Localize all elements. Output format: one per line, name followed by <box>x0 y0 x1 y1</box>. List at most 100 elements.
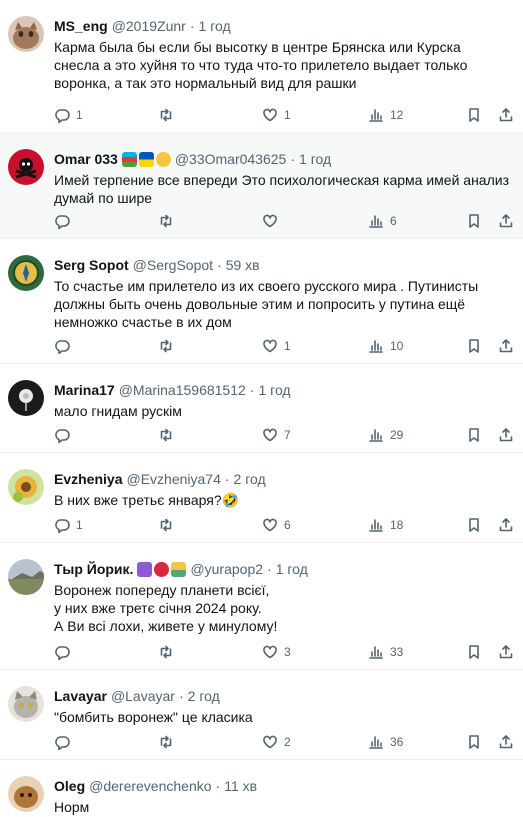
user-name[interactable]: Oleg <box>54 776 85 796</box>
retweet-button[interactable] <box>158 425 180 445</box>
like-button[interactable]: 1 <box>262 105 291 125</box>
share-button[interactable] <box>498 336 514 356</box>
avatar[interactable] <box>8 380 44 416</box>
like-button[interactable] <box>262 211 284 231</box>
timestamp[interactable]: 1 год <box>299 149 331 169</box>
reply-button[interactable]: 1 <box>54 515 83 535</box>
like-button[interactable]: 2 <box>262 732 291 752</box>
action-bar: 1 1 12 <box>54 105 515 125</box>
retweet-button[interactable] <box>158 105 180 125</box>
age-18-icon <box>154 561 170 577</box>
reply-item[interactable]: Oleg @dererevenchenko · 11 хв Норм <box>0 760 523 817</box>
share-icon <box>499 645 513 659</box>
timestamp[interactable]: 11 хв <box>224 776 257 796</box>
bookmark-button[interactable] <box>466 211 482 231</box>
avatar[interactable] <box>8 149 44 185</box>
views-button[interactable]: 33 <box>368 642 403 662</box>
views-button[interactable]: 36 <box>368 732 403 752</box>
timestamp[interactable]: 59 хв <box>226 255 260 275</box>
views-button[interactable]: 29 <box>368 425 403 445</box>
reply-item[interactable]: Omar 033 @33Omar043625 · 1 год Имей терп… <box>0 133 523 239</box>
views-count: 36 <box>390 735 404 749</box>
bookmark-button[interactable] <box>466 336 482 356</box>
retweet-icon <box>160 108 172 122</box>
reply-icon <box>55 519 70 533</box>
avatar[interactable] <box>8 559 44 595</box>
avatar[interactable] <box>8 16 44 52</box>
user-name[interactable]: Serg Sopot <box>54 255 129 275</box>
bookmark-icon <box>469 735 479 749</box>
reply-button[interactable] <box>54 211 76 231</box>
bookmark-button[interactable] <box>466 732 482 752</box>
avatar[interactable] <box>8 776 44 812</box>
retweet-button[interactable] <box>158 642 180 662</box>
user-handle[interactable]: @SergSopot <box>133 255 213 275</box>
timestamp[interactable]: 2 год <box>234 469 266 489</box>
reply-header: Oleg @dererevenchenko · 11 хв <box>54 776 515 796</box>
reply-button[interactable] <box>54 425 76 445</box>
share-button[interactable] <box>498 211 514 231</box>
user-name[interactable]: MS_eng <box>54 16 108 36</box>
bookmark-button[interactable] <box>466 105 482 125</box>
reply-header: Marina17 @Marina159681512 · 1 год <box>54 380 515 400</box>
bookmark-button[interactable] <box>466 515 482 535</box>
share-button[interactable] <box>498 515 514 535</box>
reply-item[interactable]: Evzheniya @Evzheniya74 · 2 год В них вже… <box>0 453 523 543</box>
timestamp[interactable]: 1 год <box>258 380 290 400</box>
user-handle[interactable]: @Evzheniya74 <box>126 469 220 489</box>
retweet-button[interactable] <box>158 336 180 356</box>
user-handle[interactable]: @Lavayar <box>111 686 175 706</box>
user-name[interactable]: Evzheniya <box>54 469 122 489</box>
views-icon <box>369 340 383 353</box>
share-button[interactable] <box>498 642 514 662</box>
views-button[interactable]: 6 <box>368 211 397 231</box>
retweet-button[interactable] <box>158 732 180 752</box>
user-handle[interactable]: @dererevenchenko <box>89 776 211 796</box>
retweet-button[interactable] <box>158 211 180 231</box>
reply-item[interactable]: MS_eng @2019Zunr · 1 год Карма была бы е… <box>0 0 523 133</box>
share-button[interactable] <box>498 425 514 445</box>
reply-button[interactable]: 1 <box>54 105 83 125</box>
reply-header: Evzheniya @Evzheniya74 · 2 год <box>54 469 515 489</box>
reply-item[interactable]: Lavayar @Lavayar · 2 год "бомбить вороне… <box>0 670 523 760</box>
reply-button[interactable] <box>54 642 76 662</box>
separator-dot: · <box>215 778 221 794</box>
bookmark-button[interactable] <box>466 642 482 662</box>
share-button[interactable] <box>498 105 514 125</box>
timestamp[interactable]: 1 год <box>199 16 231 36</box>
user-handle[interactable]: @Marina159681512 <box>119 380 246 400</box>
reply-item[interactable]: Тыр Йорик. @yurapop2 · 1 год Воронеж поп… <box>0 543 523 670</box>
share-icon <box>499 339 513 353</box>
share-button[interactable] <box>498 732 514 752</box>
reply-text: Воронеж попереду планети всієї, у них вж… <box>54 582 278 634</box>
timestamp[interactable]: 1 год <box>276 559 308 579</box>
user-name[interactable]: Lavayar <box>54 686 107 706</box>
user-name[interactable]: Marina17 <box>54 380 115 400</box>
retweet-button[interactable] <box>158 515 180 535</box>
heart-icon <box>263 339 277 353</box>
views-button[interactable]: 18 <box>368 515 403 535</box>
reply-button[interactable] <box>54 336 76 356</box>
views-button[interactable]: 12 <box>368 105 403 125</box>
action-bar: 7 29 <box>54 425 515 445</box>
separator-dot: · <box>178 688 184 704</box>
user-handle[interactable]: @yurapop2 <box>190 559 263 579</box>
reply-item[interactable]: Serg Sopot @SergSopot · 59 хв То счастье… <box>0 239 523 364</box>
views-button[interactable]: 10 <box>368 336 403 356</box>
bookmark-button[interactable] <box>466 425 482 445</box>
avatar[interactable] <box>8 255 44 291</box>
bookmark-icon <box>469 428 479 442</box>
timestamp[interactable]: 2 год <box>188 686 220 706</box>
like-button[interactable]: 7 <box>262 425 291 445</box>
reply-button[interactable] <box>54 732 76 752</box>
like-button[interactable]: 3 <box>262 642 291 662</box>
reply-item[interactable]: Marina17 @Marina159681512 · 1 год мало г… <box>0 364 523 453</box>
like-button[interactable]: 6 <box>262 515 291 535</box>
user-name[interactable]: Omar 033 <box>54 149 118 169</box>
user-name[interactable]: Тыр Йорик. <box>54 559 133 579</box>
like-button[interactable]: 1 <box>262 336 291 356</box>
avatar[interactable] <box>8 469 44 505</box>
user-handle[interactable]: @2019Zunr <box>112 16 186 36</box>
user-handle[interactable]: @33Omar043625 <box>175 149 287 169</box>
avatar[interactable] <box>8 686 44 722</box>
